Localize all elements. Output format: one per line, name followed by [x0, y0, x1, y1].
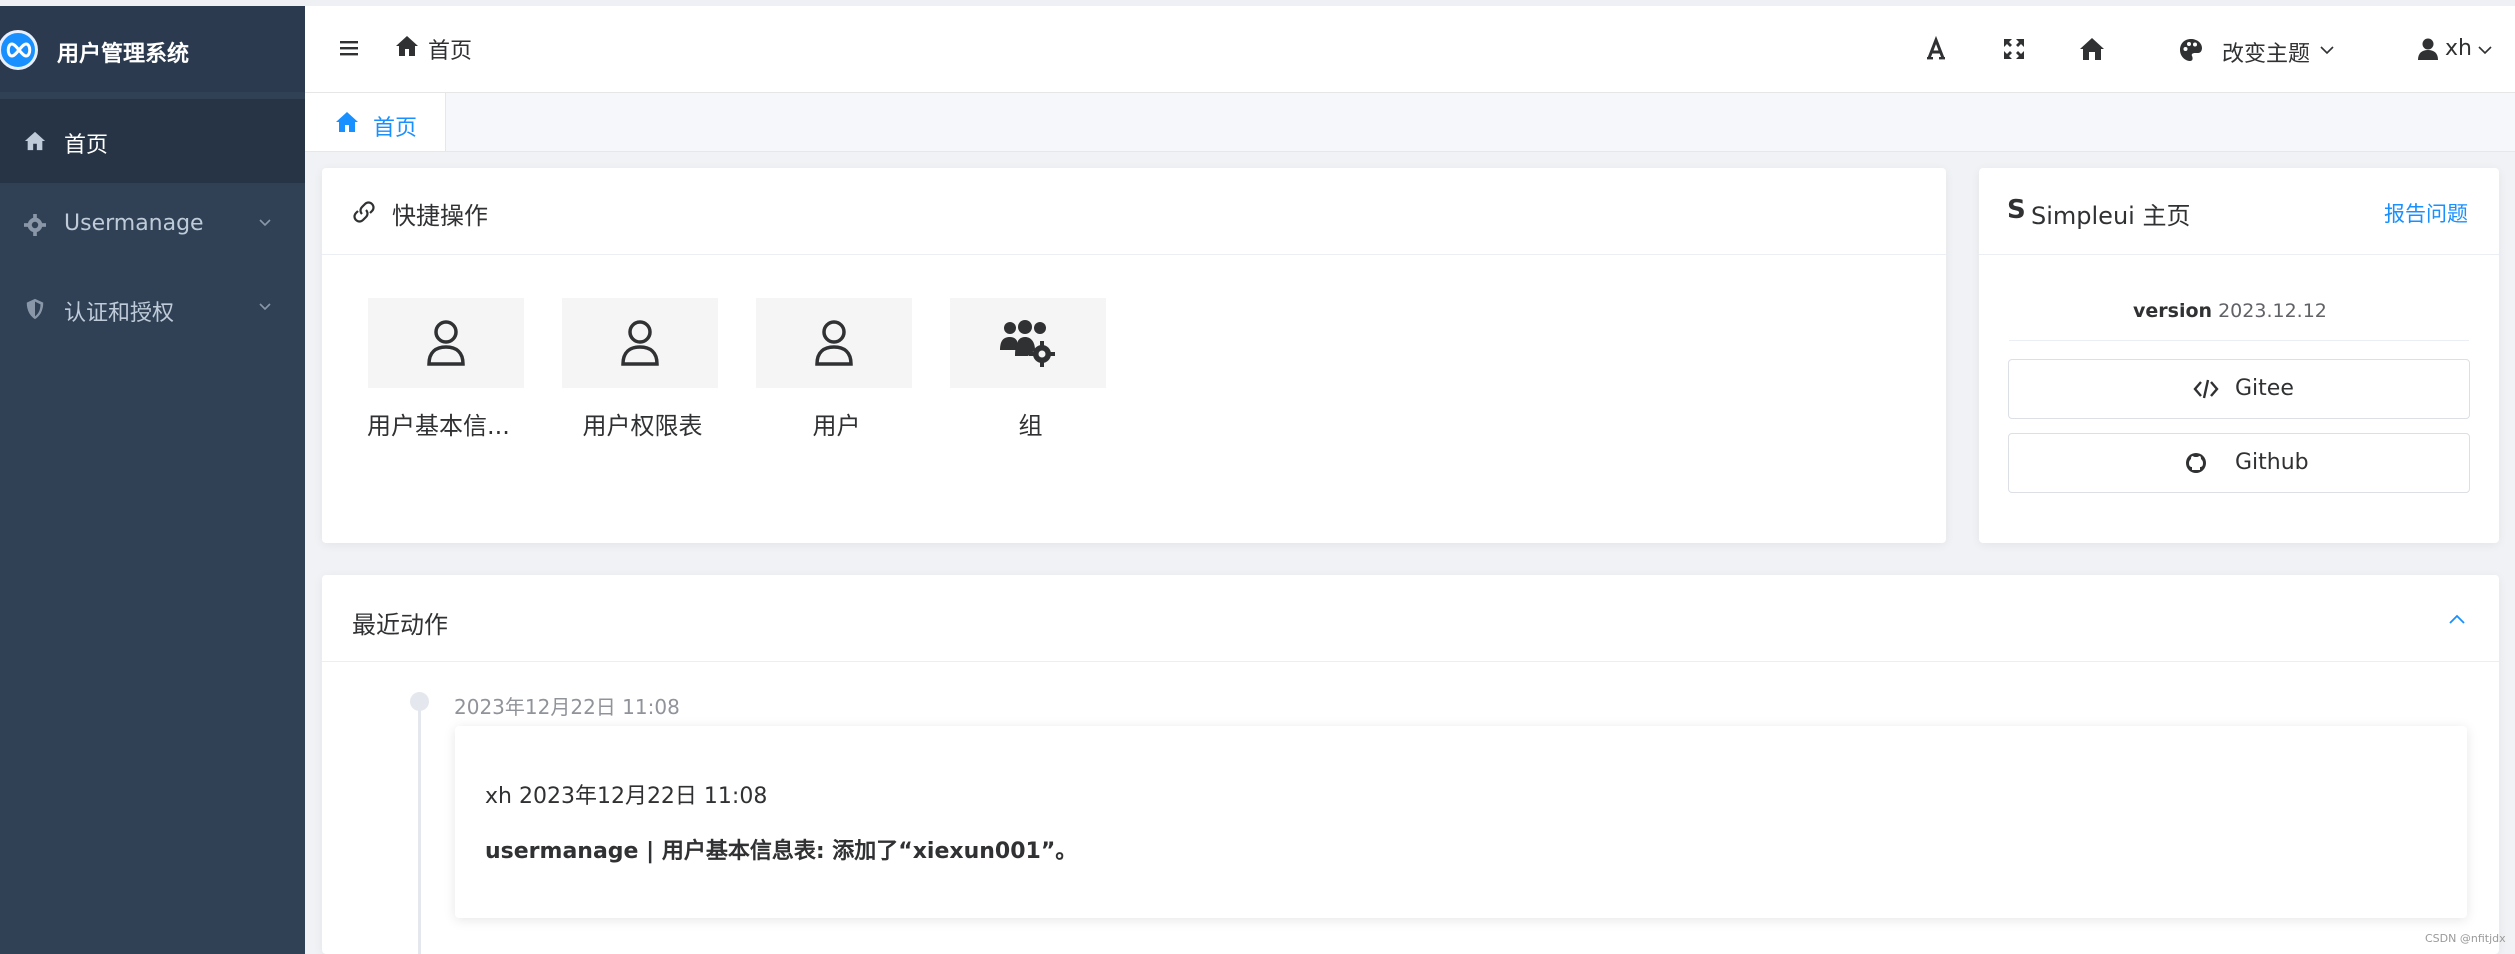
quick-action-label[interactable]: 用户基本信...	[341, 406, 536, 441]
entry-user-time: xh 2023年12月22日 11:08	[485, 784, 768, 809]
theme-switch-button[interactable]: 改变主题	[2222, 36, 2310, 68]
sidebar-item-label: Usermanage	[64, 211, 204, 236]
sidebar-item-home[interactable]: 首页	[0, 99, 305, 183]
infinity-logo-icon	[0, 30, 38, 70]
quick-action-user-info[interactable]	[368, 298, 524, 388]
timeline-line	[418, 700, 421, 954]
sidebar-item-label: 首页	[64, 133, 109, 158]
sidebar: 用户管理系统 首页 Usermanage 认证和授权	[0, 6, 305, 954]
sidebar-item-label: 认证和授权	[64, 301, 175, 326]
top-header: 首页 改变主题 xh	[305, 6, 2515, 93]
button-label: Github	[2235, 450, 2309, 475]
report-issue-link[interactable]: 报告问题	[2384, 198, 2468, 228]
quick-action-label[interactable]: 用户	[739, 406, 934, 441]
link-icon	[353, 201, 375, 223]
card-title: 最近动作	[352, 611, 448, 639]
version-value: 2023.12.12	[2218, 300, 2327, 322]
user-icon	[427, 320, 465, 366]
simpleui-logo-icon: S	[2007, 195, 2026, 225]
chevron-up-icon[interactable]	[2448, 611, 2466, 627]
quick-action-label[interactable]: 用户权限表	[545, 406, 740, 441]
card-title: Simpleui 主页	[2031, 202, 2191, 230]
tab-home[interactable]: 首页	[305, 93, 446, 151]
divider	[2009, 340, 2469, 341]
font-size-icon[interactable]	[1923, 36, 1949, 62]
app-logo-area[interactable]: 用户管理系统	[0, 6, 305, 92]
palette-icon[interactable]	[2178, 37, 2204, 63]
breadcrumb[interactable]: 首页	[428, 33, 472, 65]
chevron-down-icon	[259, 303, 271, 311]
user-icon	[621, 320, 659, 366]
app-title: 用户管理系统	[57, 42, 190, 67]
users-cog-icon	[1000, 320, 1055, 367]
shield-icon	[26, 298, 44, 320]
home-icon	[396, 36, 418, 56]
home-icon[interactable]	[2079, 36, 2105, 62]
github-icon	[2186, 453, 2206, 473]
github-button[interactable]: Github	[2008, 433, 2470, 493]
fullscreen-icon[interactable]	[2001, 36, 2027, 62]
card-header: 快捷操作	[322, 168, 1946, 255]
chevron-down-icon	[259, 219, 271, 227]
quick-action-permissions[interactable]	[562, 298, 718, 388]
code-icon	[2193, 379, 2219, 399]
quick-action-users[interactable]	[756, 298, 912, 388]
button-label: Gitee	[2235, 376, 2294, 401]
card-title: 快捷操作	[392, 202, 488, 230]
watermark: CSDN @nfitjdx	[2425, 932, 2506, 945]
timeline-dot	[410, 692, 429, 711]
version-info: version 2023.12.12	[2133, 300, 2327, 322]
gitee-button[interactable]: Gitee	[2008, 359, 2470, 419]
quick-action-label[interactable]: 组	[933, 406, 1128, 441]
home-icon	[24, 131, 46, 151]
timeline-timestamp: 2023年12月22日 11:08	[454, 695, 680, 719]
home-icon	[336, 112, 358, 132]
user-icon	[815, 320, 853, 366]
sidebar-item-usermanage[interactable]: Usermanage	[0, 183, 305, 267]
quick-action-groups[interactable]	[950, 298, 1106, 388]
hamburger-icon[interactable]	[338, 38, 360, 58]
timeline-entry: xh 2023年12月22日 11:08 usermanage | 用户基本信息…	[455, 726, 2467, 918]
user-menu-button[interactable]: xh	[2445, 36, 2472, 61]
tab-label: 首页	[373, 116, 418, 141]
tabs-bar: 首页	[305, 93, 2515, 152]
card-header: 最近动作	[322, 575, 2499, 662]
user-icon[interactable]	[2417, 37, 2439, 61]
chevron-down-icon[interactable]	[2477, 42, 2493, 58]
chevron-down-icon[interactable]	[2319, 42, 2335, 58]
entry-action-link[interactable]: usermanage | 用户基本信息表: 添加了“xiexun001”。	[485, 833, 1077, 865]
gear-icon	[24, 214, 46, 236]
card-header: S Simpleui 主页 报告问题	[1979, 168, 2499, 255]
version-label: version	[2133, 300, 2213, 322]
sidebar-item-auth[interactable]: 认证和授权	[0, 267, 305, 351]
